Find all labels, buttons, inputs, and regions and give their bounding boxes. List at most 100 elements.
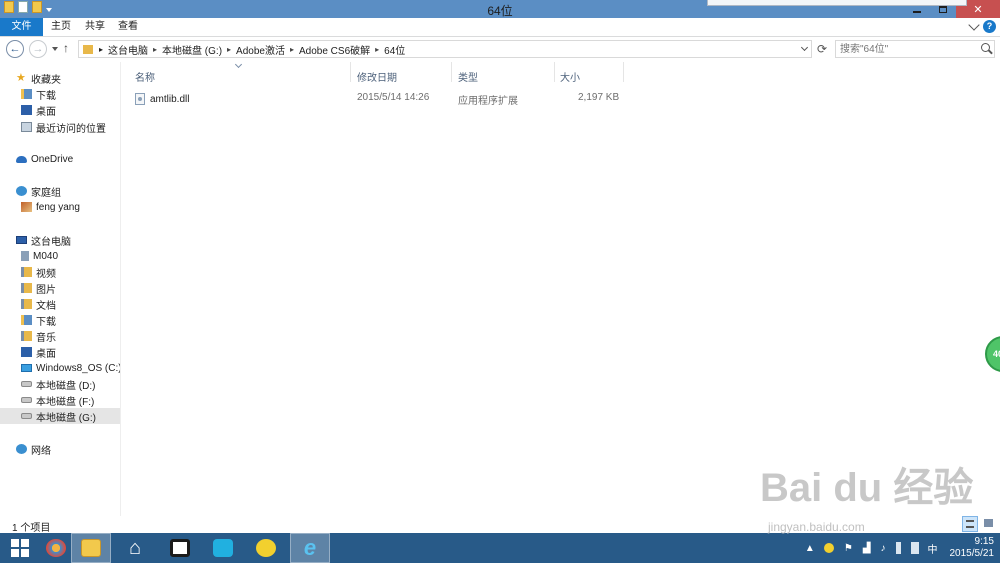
breadcrumb-separator-icon[interactable]: ▸ (290, 45, 294, 54)
details-view-button[interactable] (962, 516, 978, 532)
column-divider[interactable] (623, 62, 624, 82)
pictures-icon (21, 283, 32, 293)
drive-icon (21, 381, 32, 387)
breadcrumb-item[interactable]: Adobe激活 (236, 42, 285, 57)
search-icon[interactable] (981, 43, 990, 52)
breadcrumb-separator-icon[interactable]: ▸ (375, 45, 379, 54)
star-icon: ★ (16, 72, 26, 84)
arrow-left-icon: ← (9, 43, 21, 55)
large-icons-view-icon (984, 519, 993, 527)
forward-button[interactable]: → (29, 40, 47, 58)
drive-icon (21, 397, 32, 403)
address-row: ← → ↑ ▸ 这台电脑 ▸ 本地磁盘 (G:) ▸ Adobe激活 ▸ Adobe … (0, 37, 1000, 61)
videos-icon (21, 267, 32, 277)
refresh-button[interactable]: ⟳ (814, 41, 830, 57)
column-header-modified[interactable]: 修改日期 (357, 69, 397, 84)
battery-icon[interactable] (895, 542, 901, 554)
taskbar-app-qq[interactable] (246, 533, 286, 563)
tab-view[interactable]: 查看 (118, 18, 138, 36)
tab-share[interactable]: 共享 (85, 18, 105, 36)
baidu-watermark: Bai du 经验 (760, 466, 974, 510)
nav-item-drive-g[interactable]: 本地磁盘 (G:) (0, 408, 120, 424)
dll-file-icon (135, 93, 145, 105)
show-hidden-icons[interactable]: ▲ (805, 543, 815, 554)
nav-label: feng yang (36, 201, 80, 213)
nav-item-videos[interactable]: 视频 (21, 264, 56, 280)
start-button[interactable] (0, 533, 40, 563)
nav-item-downloads[interactable]: 下载 (21, 86, 56, 102)
tab-file[interactable]: 文件 (0, 18, 43, 36)
breadcrumb-item[interactable]: 本地磁盘 (G:) (162, 42, 222, 57)
nav-item-drive-d[interactable]: 本地磁盘 (D:) (21, 376, 95, 392)
nav-onedrive[interactable]: OneDrive (16, 151, 73, 167)
nav-item-drive-c[interactable]: Windows8_OS (C:) (21, 360, 120, 376)
back-button[interactable]: ← (6, 40, 24, 58)
taskbar-dolby[interactable] (160, 533, 200, 563)
breadcrumb-separator-icon[interactable]: ▸ (227, 45, 231, 54)
input-language[interactable]: 中 (928, 541, 938, 556)
search-input[interactable] (836, 41, 976, 57)
taskbar-ie[interactable]: e (290, 533, 330, 563)
breadcrumb-item[interactable]: Adobe CS6破解 (299, 42, 370, 57)
cloud-icon (16, 155, 27, 163)
nav-item-recent[interactable]: 最近访问的位置 (21, 119, 106, 135)
windows-logo-icon (11, 539, 29, 557)
taskbar-home-app[interactable]: ⌂ (115, 533, 155, 563)
search-box (835, 40, 995, 58)
table-row[interactable]: amtlib.dll 2015/5/14 14:26 应用程序扩展 2,197 … (135, 91, 625, 107)
column-divider[interactable] (451, 62, 452, 82)
nav-item-music[interactable]: 音乐 (21, 328, 56, 344)
column-header-name[interactable]: 名称 (135, 69, 155, 84)
breadcrumb-item[interactable]: 这台电脑 (108, 42, 148, 57)
breadcrumb-separator-icon[interactable]: ▸ (99, 45, 103, 54)
large-icons-view-button[interactable] (981, 516, 997, 532)
nav-label: 图片 (36, 284, 56, 296)
expand-ribbon-icon[interactable] (968, 19, 980, 31)
tab-home[interactable]: 主页 (51, 18, 71, 36)
column-divider[interactable] (350, 62, 351, 82)
details-view-icon (966, 520, 974, 528)
nav-item-downloads-pc[interactable]: 下载 (21, 312, 56, 328)
nav-item-pictures[interactable]: 图片 (21, 280, 56, 296)
nav-label: 家庭组 (31, 187, 61, 199)
flag-icon[interactable]: ⚑ (844, 543, 853, 554)
internet-explorer-icon: e (303, 535, 317, 560)
nav-favorites[interactable]: ★ 收藏夹 (16, 70, 61, 86)
nav-label: 最近访问的位置 (36, 123, 106, 135)
clock[interactable]: 9:15 2015/5/21 (950, 536, 995, 560)
column-divider[interactable] (554, 62, 555, 82)
recent-locations-icon[interactable] (52, 47, 58, 51)
column-header-size[interactable]: 大小 (560, 69, 580, 84)
nav-item-documents[interactable]: 文档 (21, 296, 56, 312)
documents-icon (21, 299, 32, 309)
address-bar[interactable]: ▸ 这台电脑 ▸ 本地磁盘 (G:) ▸ Adobe激活 ▸ Adobe CS6破解 ▸… (78, 40, 812, 58)
nav-label: 桌面 (36, 348, 56, 360)
nav-item-m040[interactable]: M040 (21, 248, 58, 264)
volume-icon[interactable]: ♪ (881, 543, 886, 554)
nav-item-desktop[interactable]: 桌面 (21, 102, 56, 118)
tray-app-icon[interactable] (823, 543, 834, 553)
baidu-watermark-url: jingyan.baidu.com (768, 520, 865, 534)
nav-item-desktop-pc[interactable]: 桌面 (21, 344, 56, 360)
restore-icon (939, 5, 947, 13)
breadcrumb-item[interactable]: 64位 (384, 42, 405, 57)
help-icon[interactable]: ? (983, 20, 996, 33)
taskbar-file-explorer[interactable] (71, 533, 111, 563)
refresh-icon: ⟳ (816, 42, 828, 56)
nav-item-drive-f[interactable]: 本地磁盘 (F:) (21, 392, 94, 408)
nav-thispc[interactable]: 这台电脑 (16, 232, 71, 248)
column-header-type[interactable]: 类型 (458, 69, 478, 84)
drive-icon (21, 413, 32, 419)
breadcrumb-separator-icon[interactable]: ▸ (153, 45, 157, 54)
nav-homegroup[interactable]: 家庭组 (16, 183, 61, 199)
avatar (21, 202, 32, 212)
up-button[interactable]: ↑ (63, 41, 69, 55)
keyboard-icon[interactable] (910, 542, 919, 554)
chevron-down-icon[interactable] (800, 43, 809, 52)
nav-network[interactable]: 网络 (16, 441, 51, 457)
taskbar-app-1[interactable] (36, 533, 76, 563)
network-signal-icon[interactable]: ▟ (863, 543, 871, 554)
nav-item-user[interactable]: feng yang (21, 199, 80, 215)
recent-places-icon (21, 122, 32, 132)
taskbar-app-video[interactable] (203, 533, 243, 563)
